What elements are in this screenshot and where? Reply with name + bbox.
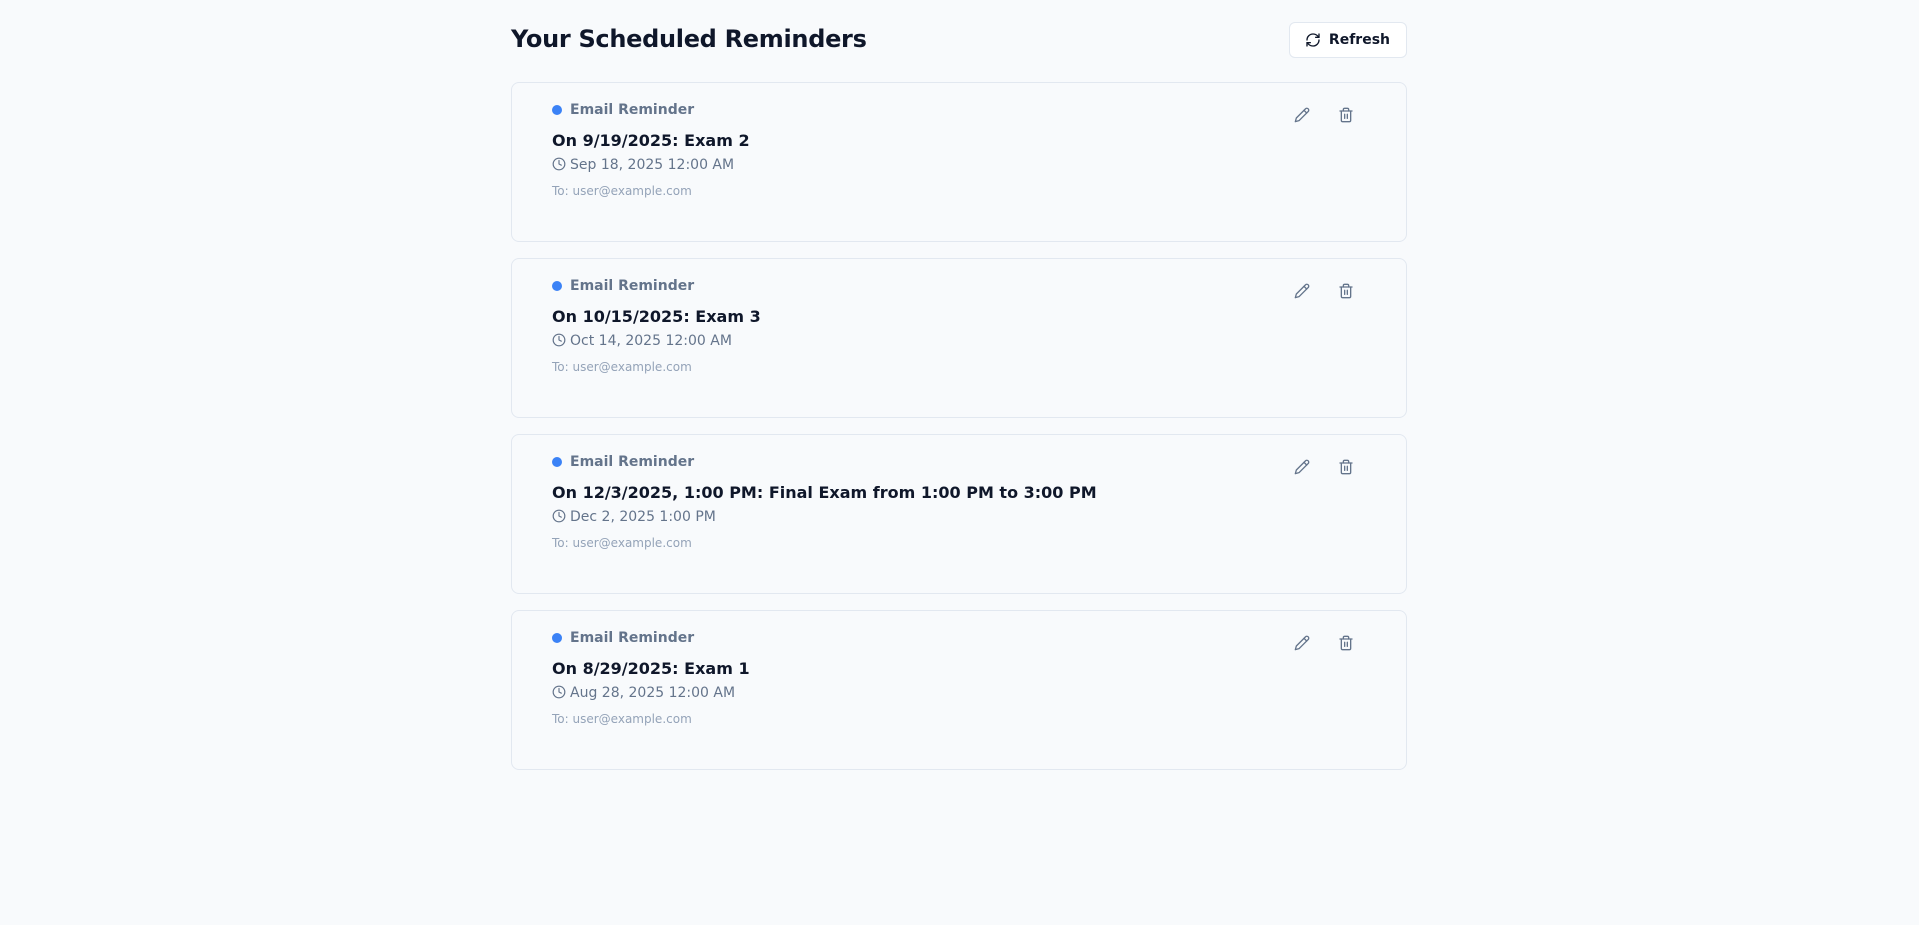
clock-icon <box>552 156 566 175</box>
status-dot-icon <box>552 633 562 643</box>
reminder-title: On 8/29/2025: Exam 1 <box>552 659 750 678</box>
reminder-actions <box>1292 457 1356 477</box>
delete-reminder-button[interactable] <box>1336 633 1356 653</box>
reminder-title: On 12/3/2025, 1:00 PM: Final Exam from 1… <box>552 483 1097 502</box>
reminder-time-row: Sep 18, 2025 12:00 AM <box>552 155 750 175</box>
reminder-title: On 9/19/2025: Exam 2 <box>552 131 750 150</box>
reminder-type-label: Email Reminder <box>570 102 695 118</box>
status-dot-icon <box>552 457 562 467</box>
reminder-type-label: Email Reminder <box>570 278 695 294</box>
edit-reminder-button[interactable] <box>1292 105 1312 125</box>
edit-reminder-button[interactable] <box>1292 281 1312 301</box>
reminder-card-body: Email Reminder On 12/3/2025, 1:00 PM: Fi… <box>552 452 1097 550</box>
delete-reminder-button[interactable] <box>1336 105 1356 125</box>
pencil-icon <box>1294 283 1310 299</box>
reminder-time: Aug 28, 2025 12:00 AM <box>570 685 736 701</box>
refresh-icon <box>1305 32 1321 48</box>
reminder-time-row: Aug 28, 2025 12:00 AM <box>552 683 750 703</box>
reminder-card: Email Reminder On 9/19/2025: Exam 2 Sep … <box>511 82 1407 242</box>
edit-reminder-button[interactable] <box>1292 633 1312 653</box>
reminder-time: Dec 2, 2025 1:00 PM <box>570 509 716 525</box>
trash-icon <box>1339 459 1353 475</box>
trash-icon <box>1339 107 1353 123</box>
reminder-actions <box>1292 633 1356 653</box>
pencil-icon <box>1294 459 1310 475</box>
clock-icon <box>552 508 566 527</box>
reminder-card: Email Reminder On 10/15/2025: Exam 3 Oct… <box>511 258 1407 418</box>
reminder-recipient: To: user@example.com <box>552 712 692 726</box>
reminder-card-body: Email Reminder On 10/15/2025: Exam 3 Oct… <box>552 276 761 374</box>
reminder-recipient: To: user@example.com <box>552 360 692 374</box>
reminder-type-row: Email Reminder <box>552 628 750 648</box>
edit-reminder-button[interactable] <box>1292 457 1312 477</box>
trash-icon <box>1339 635 1353 651</box>
pencil-icon <box>1294 107 1310 123</box>
status-dot-icon <box>552 281 562 291</box>
delete-reminder-button[interactable] <box>1336 457 1356 477</box>
trash-icon <box>1339 283 1353 299</box>
reminder-recipient: To: user@example.com <box>552 536 692 550</box>
reminder-card-body: Email Reminder On 8/29/2025: Exam 1 Aug … <box>552 628 750 726</box>
refresh-button[interactable]: Refresh <box>1288 22 1407 58</box>
reminder-time: Oct 14, 2025 12:00 AM <box>570 333 732 349</box>
reminder-time-row: Dec 2, 2025 1:00 PM <box>552 507 1097 527</box>
reminder-type-row: Email Reminder <box>552 276 761 296</box>
reminder-actions <box>1292 281 1356 301</box>
reminder-card: Email Reminder On 12/3/2025, 1:00 PM: Fi… <box>511 434 1407 594</box>
reminder-card-body: Email Reminder On 9/19/2025: Exam 2 Sep … <box>552 100 750 198</box>
reminder-title: On 10/15/2025: Exam 3 <box>552 307 761 326</box>
page-title: Your Scheduled Reminders <box>511 25 867 53</box>
reminder-type-row: Email Reminder <box>552 100 750 120</box>
clock-icon <box>552 684 566 703</box>
reminder-recipient: To: user@example.com <box>552 184 692 198</box>
reminders-page: Your Scheduled Reminders Refresh Email R… <box>511 0 1407 786</box>
reminder-time: Sep 18, 2025 12:00 AM <box>570 157 735 173</box>
page-header: Your Scheduled Reminders Refresh <box>511 0 1407 82</box>
reminder-actions <box>1292 105 1356 125</box>
reminder-list: Email Reminder On 9/19/2025: Exam 2 Sep … <box>511 82 1407 770</box>
reminder-type-label: Email Reminder <box>570 454 695 470</box>
reminder-time-row: Oct 14, 2025 12:00 AM <box>552 331 761 351</box>
pencil-icon <box>1294 635 1310 651</box>
reminder-type-label: Email Reminder <box>570 630 695 646</box>
reminder-type-row: Email Reminder <box>552 452 1097 472</box>
clock-icon <box>552 332 566 351</box>
delete-reminder-button[interactable] <box>1336 281 1356 301</box>
status-dot-icon <box>552 105 562 115</box>
refresh-button-label: Refresh <box>1328 32 1390 48</box>
reminder-card: Email Reminder On 8/29/2025: Exam 1 Aug … <box>511 610 1407 770</box>
